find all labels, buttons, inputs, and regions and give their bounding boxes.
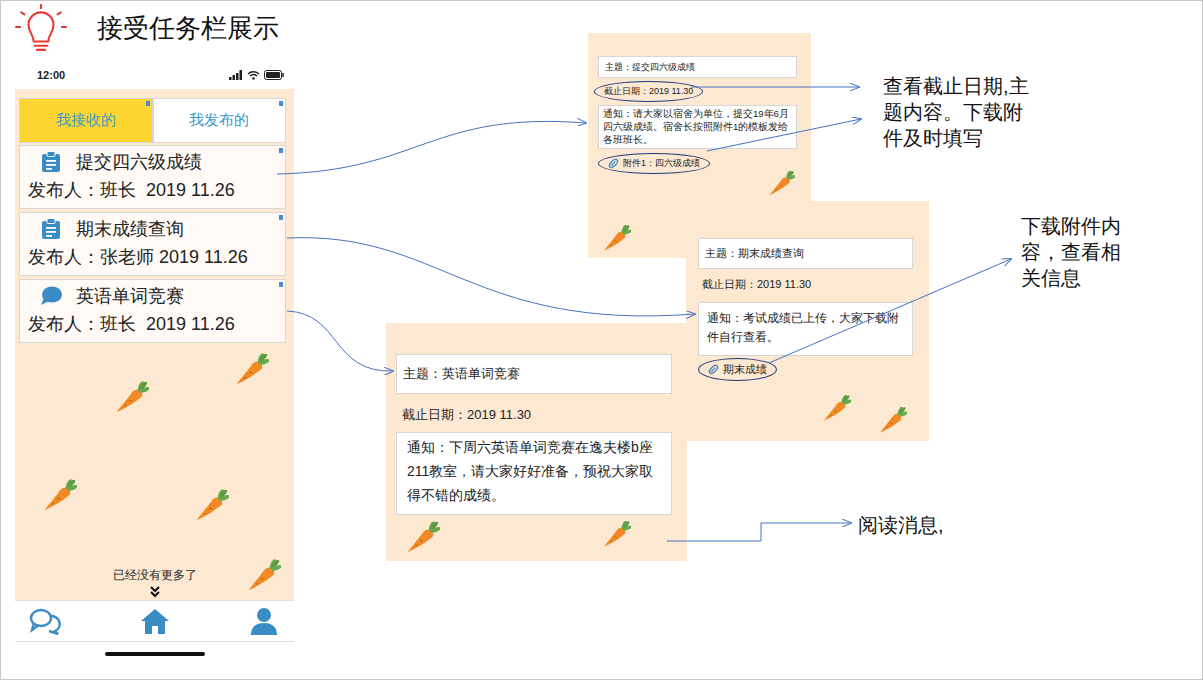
tab-bar: 我接收的 我发布的 [19,98,286,143]
signal-icon [229,70,243,80]
home-icon[interactable] [139,607,171,635]
detail-subject: 主题：期末成绩查询 [698,238,913,269]
task-publisher: 发布人：班长 2019 11.26 [28,176,279,204]
battery-icon [264,70,284,80]
arrow [707,119,861,151]
detail-screenshot: 主题：期末成绩查询截止日期：2019 11.30 通知：考试成绩已上传，大家下载附… [686,201,929,441]
carrot-icon [601,223,631,253]
carrot-icon [113,379,149,415]
task-publisher: 发布人：班长 2019 11.26 [28,310,279,338]
carrot-icon [404,519,440,555]
task-card[interactable]: 期末成绩查询发布人：张老师 2019 11.26 [19,212,286,276]
detail-notice: 通知：考试成绩已上传，大家下载附件自行查看。 [698,302,913,356]
phone-mockup: 12:00我接收的 我发布的 提交四六级成绩发布人：班长 2019 11.26期… [15,61,294,666]
detail-subject: 主题：提交四六级成绩 [598,56,797,78]
detail-deadline: 截止日期：2019 11.30 [402,406,672,424]
no-more-text: 已经没有更多了 [113,567,197,584]
badge-dot [279,282,283,287]
badge-dot [279,215,283,220]
badge-dot [279,148,283,153]
chat-bubble-icon [40,285,62,307]
tab[interactable]: 我发布的 [153,98,287,143]
bottom-nav [15,600,294,642]
arrow [691,87,859,88]
paperclip-icon [608,158,619,169]
slide: 接受任务栏展示12:00我接收的 我发布的 提交四六级成绩发布人：班长 2019… [0,0,1203,680]
arrow [287,238,695,316]
spacer [15,343,294,567]
carrot-icon [767,169,795,197]
task-card[interactable]: 英语单词竞赛发布人：班长 2019 11.26 [19,279,286,343]
annotation-text: 查看截止日期,主题内容。下载附件及时填写 [883,73,1031,151]
status-icons [229,70,284,80]
badge-dot [146,101,150,106]
annotation-text: 阅读消息, [858,512,944,538]
carrot-icon [821,393,851,423]
arrow [667,523,851,541]
task-header: 英语单词竞赛 [28,282,279,310]
annotation-text: 下载附件内容，查看相关信息 [1021,213,1129,291]
home-indicator-area [15,642,294,666]
task-title: 提交四六级成绩 [76,148,202,176]
badge-dot [279,101,283,106]
person-icon[interactable] [248,607,280,635]
arrow [277,121,586,174]
carrot-icon [245,557,281,593]
arrow [769,259,1011,363]
detail-notice: 通知：下周六英语单词竞赛在逸夫楼b座211教室，请大家好好准备，预祝大家取得不错… [396,432,672,515]
task-title: 英语单词竞赛 [76,282,184,310]
detail-attachment[interactable]: 附件1：四六级成绩 [598,153,797,174]
status-time: 12:00 [37,69,65,81]
clipboard-icon [40,218,62,240]
task-header: 期末成绩查询 [28,215,279,243]
lightbulb-icon [15,4,67,52]
chat-icon[interactable] [29,607,61,635]
detail-notice: 通知：请大家以宿舍为单位，提交19年6月四六级成绩。宿舍长按照附件1的模板发给各… [598,105,797,149]
task-title: 期末成绩查询 [76,215,184,243]
detail-deadline: 截止日期：2019 11.30 [594,81,797,102]
task-publisher: 发布人：张老师 2019 11.26 [28,243,279,271]
detail-attachment[interactable]: 期末成绩 [698,358,913,381]
carrot-icon [877,405,907,435]
carrot-icon [233,351,269,387]
tab[interactable]: 我接收的 [19,98,153,143]
wifi-icon [247,70,260,80]
carrot-icon [41,477,77,513]
task-header: 提交四六级成绩 [28,148,279,176]
detail-deadline: 截止日期：2019 11.30 [702,277,913,292]
slide-title: 接受任务栏展示 [97,11,279,46]
status-bar: 12:00 [15,61,294,89]
task-card[interactable]: 提交四六级成绩发布人：班长 2019 11.26 [19,145,286,209]
clipboard-icon [40,151,62,173]
detail-subject: 主题：英语单词竞赛 [396,354,672,394]
task-list: 提交四六级成绩发布人：班长 2019 11.26期末成绩查询发布人：张老师 20… [19,145,286,343]
home-indicator [105,652,205,656]
paperclip-icon [708,364,719,375]
double-chevron-icon[interactable] [149,586,161,598]
carrot-icon [601,519,631,549]
arrow [287,311,393,371]
carrot-icon [193,487,229,523]
list-footer: 已经没有更多了 [15,567,294,600]
